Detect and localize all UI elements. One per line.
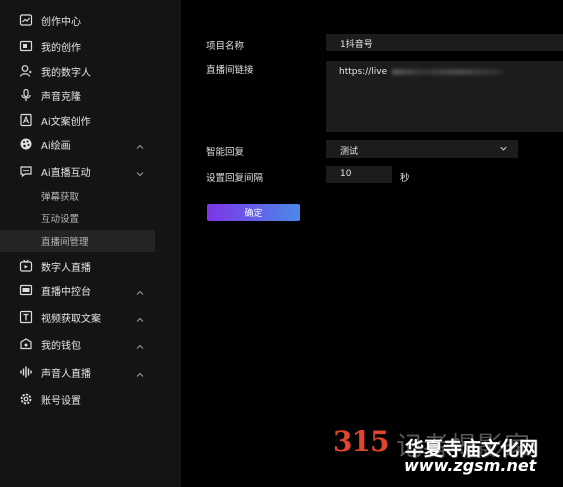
chevron-up-icon[interactable] — [134, 138, 146, 150]
smart-reply-value: 测试 — [340, 147, 359, 157]
smart-reply-select[interactable]: 测试 — [326, 140, 518, 158]
sidebar-item-voice-live[interactable]: 声音人直播 — [0, 360, 181, 384]
sidebar-item-label: 数字人直播 — [41, 262, 91, 274]
person-icon — [19, 64, 33, 78]
console-icon — [19, 283, 33, 297]
text-box-icon — [19, 310, 33, 324]
sidebar-item-label: 视频获取文案 — [41, 313, 101, 325]
wallet-icon — [19, 337, 33, 351]
sidebar-item-label: Ai直播互动 — [41, 167, 91, 179]
smart-reply-label: 智能回复 — [206, 147, 245, 158]
sidebar-item-label: 声音克隆 — [41, 91, 81, 103]
room-link-label: 直播间链接 — [206, 65, 254, 76]
sidebar-subitem-label: 弹幕获取 — [41, 192, 80, 203]
palette-icon — [19, 137, 33, 151]
sidebar-subitem-label: 直播间管理 — [41, 237, 89, 248]
sidebar-item-digital-human-live[interactable]: 数字人直播 — [0, 254, 181, 278]
chart-icon — [19, 13, 33, 27]
sidebar-subitem-label: 互动设置 — [41, 214, 80, 225]
sidebar-item-label: Ai文案创作 — [41, 116, 91, 128]
blurred-link-text — [392, 68, 502, 75]
reply-interval-value: 10 — [340, 169, 352, 179]
sidebar-item-ai-painting[interactable]: Ai绘画 — [0, 132, 181, 156]
chevron-up-icon[interactable] — [134, 284, 146, 296]
sidebar-item-label: 我的数字人 — [41, 67, 91, 79]
sidebar-item-creation-center[interactable]: 创作中心 — [0, 8, 181, 32]
chevron-up-icon[interactable] — [134, 366, 146, 378]
confirm-button[interactable]: 确定 — [207, 204, 300, 221]
waveform-icon — [19, 365, 33, 379]
room-link-value: https://live — [339, 67, 388, 77]
sidebar-item-account-settings[interactable]: 账号设置 — [0, 387, 181, 411]
project-name-input[interactable]: 1抖音号 — [326, 34, 563, 51]
sidebar-item-video-to-text[interactable]: 视频获取文案 — [0, 305, 181, 329]
reply-interval-input[interactable]: 10 — [326, 166, 392, 183]
reply-interval-label: 设置回复间隔 — [206, 173, 264, 184]
sidebar-item-label: 直播中控台 — [41, 286, 91, 298]
project-name-label: 项目名称 — [206, 41, 245, 52]
sidebar-item-label: 我的创作 — [41, 42, 81, 54]
project-name-value: 1抖音号 — [340, 40, 373, 50]
sidebar-item-live-console[interactable]: 直播中控台 — [0, 278, 181, 302]
sidebar-item-ai-copywriting[interactable]: Ai文案创作 — [0, 108, 181, 132]
sidebar-item-label: 声音人直播 — [41, 368, 91, 380]
sidebar-item-my-creations[interactable]: 我的创作 — [0, 34, 181, 58]
sidebar-item-label: 我的钱包 — [41, 340, 81, 352]
reply-interval-unit: 秒 — [400, 173, 410, 184]
confirm-button-label: 确定 — [244, 209, 263, 219]
gear-icon — [19, 392, 33, 406]
room-link-textarea[interactable]: https://live — [326, 61, 563, 132]
sidebar-subitem-danmaku[interactable]: 弹幕获取 — [0, 185, 155, 207]
sidebar-item-label: 创作中心 — [41, 16, 81, 28]
sidebar-item-ai-live-interaction[interactable]: Ai直播互动 — [0, 159, 181, 183]
sidebar-item-my-wallet[interactable]: 我的钱包 — [0, 332, 181, 356]
sidebar-item-label: Ai绘画 — [41, 140, 71, 152]
sidebar-subitem-room-management[interactable]: 直播间管理 — [0, 230, 155, 252]
folder-icon — [19, 39, 33, 53]
sidebar-item-my-digital-human[interactable]: 我的数字人 — [0, 59, 181, 83]
document-ai-icon — [19, 113, 33, 127]
sidebar-item-label: 账号设置 — [41, 395, 81, 407]
watermark-logo-digits: 315 — [333, 425, 389, 458]
chat-icon — [19, 164, 33, 178]
sidebar-item-voice-clone[interactable]: 声音克隆 — [0, 83, 181, 107]
chevron-up-icon[interactable] — [134, 311, 146, 323]
sidebar-subitem-interaction-settings[interactable]: 互动设置 — [0, 207, 155, 229]
chevron-down-icon[interactable] — [134, 165, 146, 177]
microphone-icon — [19, 88, 33, 102]
chevron-down-icon — [498, 143, 509, 157]
tv-icon — [19, 259, 33, 273]
watermark-site-url: www.zgsm.net — [404, 456, 537, 475]
chevron-up-icon[interactable] — [134, 338, 146, 350]
sidebar: 创作中心 我的创作 我的数字人 声音克隆 Ai文案创作 Ai绘画 Ai直播互动 … — [0, 0, 181, 487]
